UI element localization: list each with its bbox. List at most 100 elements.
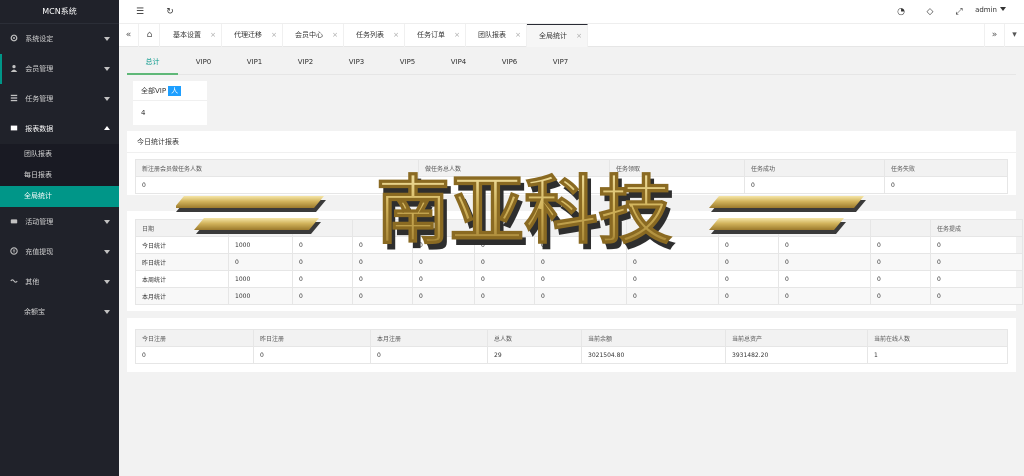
sidebar-item-label: 报表数据 <box>25 125 54 133</box>
table-row: 昨日统计000000000000 <box>135 253 1023 271</box>
table-cell: 0 <box>870 270 931 288</box>
tab-task-orders[interactable]: 任务订单 × <box>405 24 466 47</box>
tab-vip5[interactable]: VIP5 <box>382 53 433 75</box>
sidebar-item-other[interactable]: 其他 <box>0 267 119 297</box>
tab-vip4[interactable]: VIP4 <box>433 53 484 75</box>
table-cell: 1 <box>418 176 610 194</box>
tab-vip6[interactable]: VIP6 <box>484 53 535 75</box>
table-cell: 0 <box>930 253 1023 271</box>
sidebar-item-members[interactable]: 会员管理 <box>0 54 119 84</box>
row-label: 昨日统计 <box>135 253 229 271</box>
panel-title: 今日统计报表 <box>127 131 1016 153</box>
table-cell: 0 <box>352 236 413 254</box>
tag-icon[interactable]: ◇ <box>924 6 936 18</box>
close-icon[interactable]: × <box>271 24 277 47</box>
close-icon[interactable]: × <box>454 24 460 47</box>
table-cell: 0 <box>718 253 779 271</box>
sidebar-item-label: 活动管理 <box>25 218 54 226</box>
close-icon[interactable]: × <box>393 24 399 47</box>
table-cell: 0 <box>228 253 293 271</box>
table-cell: 0 <box>412 253 475 271</box>
chevron-up-icon <box>104 126 110 130</box>
column-header <box>778 219 871 237</box>
table-row: 本周统计100000000000000 <box>135 270 1023 288</box>
sidebar-item-system-settings[interactable]: 系统设定 <box>0 24 119 54</box>
wallet-icon: ¥ <box>10 247 18 255</box>
tab-team-report[interactable]: 团队报表 × <box>466 24 527 47</box>
column-header: 出款 <box>412 219 475 237</box>
table-cell: 0 <box>778 253 871 271</box>
table-cell: 1 <box>609 176 745 194</box>
tab-member-center[interactable]: 会员中心 × <box>283 24 344 47</box>
sidebar-item-activities[interactable]: 活动管理 <box>0 207 119 237</box>
sidebar-item-label: 会员管理 <box>25 65 54 73</box>
tab-vip0[interactable]: VIP0 <box>178 53 229 75</box>
table-cell: 0 <box>718 270 779 288</box>
tabs-menu-icon[interactable]: ▾ <box>1004 24 1024 47</box>
fullscreen-icon[interactable]: ⤢ <box>953 6 965 18</box>
table-cell: 0 <box>135 176 419 194</box>
table-cell: 0 <box>744 176 885 194</box>
theme-icon[interactable]: ◔ <box>895 6 907 18</box>
tab-task-list[interactable]: 任务列表 × <box>344 24 405 47</box>
column-header: 当前总资产 <box>725 329 868 347</box>
table-cell: 3021504.80 <box>581 346 726 364</box>
app-logo: MCN系统 <box>0 0 119 24</box>
tab-total[interactable]: 总计 <box>127 53 178 75</box>
tab-vip2[interactable]: VIP2 <box>280 53 331 75</box>
column-header <box>870 219 931 237</box>
sidebar-item-label: 充值提现 <box>25 248 54 256</box>
summary-panel: 今日注册 昨日注册 本月注册 总人数 当前余额 当前总资产 当前在线人数 0 0… <box>127 318 1016 372</box>
tabs-scroll-left-icon[interactable]: « <box>119 24 139 47</box>
column-header: 充值 <box>228 219 293 237</box>
menu-toggle-icon[interactable]: ☰ <box>134 6 146 18</box>
tab-vip3[interactable]: VIP3 <box>331 53 382 75</box>
sidebar-item-yuebao[interactable]: 余额宝 <box>0 297 119 327</box>
user-name: admin <box>975 6 997 14</box>
sidebar-item-recharge-withdraw[interactable]: ¥ 充值提现 <box>0 237 119 267</box>
period-stats-panel: 日期充值提现出款任务提成其他今日统计100000000000000昨日统计000… <box>127 211 1023 311</box>
table-cell: 1000 <box>228 236 293 254</box>
tab-vip1[interactable]: VIP1 <box>229 53 280 75</box>
table-cell: 1000 <box>228 287 293 305</box>
user-menu[interactable]: admin <box>975 6 1006 14</box>
tab-vip7[interactable]: VIP7 <box>535 53 586 75</box>
table-cell: 0 <box>534 270 627 288</box>
page-tabs: 基本设置 × 代理迁移 × 会员中心 × 任务列表 × 任务订单 × 团队报表 × 全局统计… <box>161 24 588 47</box>
tab-label: 任务列表 <box>356 31 384 39</box>
sidebar-subitem-global-stats[interactable]: 全局统计 <box>0 186 119 207</box>
vip-tabs: 总计 VIP0 VIP1 VIP2 VIP3 VIP5 VIP4 VIP6 VI… <box>127 53 1016 75</box>
chevron-down-icon <box>104 280 110 284</box>
close-icon[interactable]: × <box>515 24 521 47</box>
sidebar-item-tasks[interactable]: 任务管理 <box>0 84 119 114</box>
list-icon <box>10 94 18 102</box>
card-header: 全部VIP 人 <box>133 81 207 101</box>
table-cell: 0 <box>474 287 535 305</box>
table-cell: 0 <box>292 287 353 305</box>
tabs-scroll-right-icon[interactable]: » <box>984 24 1004 47</box>
home-icon[interactable]: ⌂ <box>140 24 160 47</box>
column-header: 任务领取 <box>609 159 745 177</box>
table-cell: 0 <box>253 346 371 364</box>
vip-count-card: 全部VIP 人 4 <box>133 81 207 125</box>
refresh-icon[interactable]: ↻ <box>164 6 176 18</box>
close-icon[interactable]: × <box>332 24 338 47</box>
sidebar-subitem-daily-report[interactable]: 每日报表 <box>0 165 119 186</box>
top-bar: ☰ ↻ ◔ ◇ ⤢ admin <box>119 0 1024 24</box>
table-cell: 0 <box>352 270 413 288</box>
tab-basic-settings[interactable]: 基本设置 × <box>161 24 222 47</box>
table-cell: 3931482.20 <box>725 346 868 364</box>
chevron-down-icon <box>104 67 110 71</box>
sidebar-item-reports[interactable]: 报表数据 <box>0 114 119 144</box>
close-icon[interactable]: × <box>210 24 216 47</box>
sidebar-subitem-team-report[interactable]: 团队报表 <box>0 144 119 165</box>
tab-agent-migration[interactable]: 代理迁移 × <box>222 24 283 47</box>
table-cell: 0 <box>718 236 779 254</box>
main-content: 总计 VIP0 VIP1 VIP2 VIP3 VIP5 VIP4 VIP6 VI… <box>119 47 1024 476</box>
table-cell: 0 <box>718 287 779 305</box>
tab-global-stats[interactable]: 全局统计 × <box>527 24 588 47</box>
table-cell: 0 <box>778 270 871 288</box>
column-header <box>474 219 535 237</box>
close-icon[interactable]: × <box>576 25 582 48</box>
table-cell: 0 <box>412 236 475 254</box>
